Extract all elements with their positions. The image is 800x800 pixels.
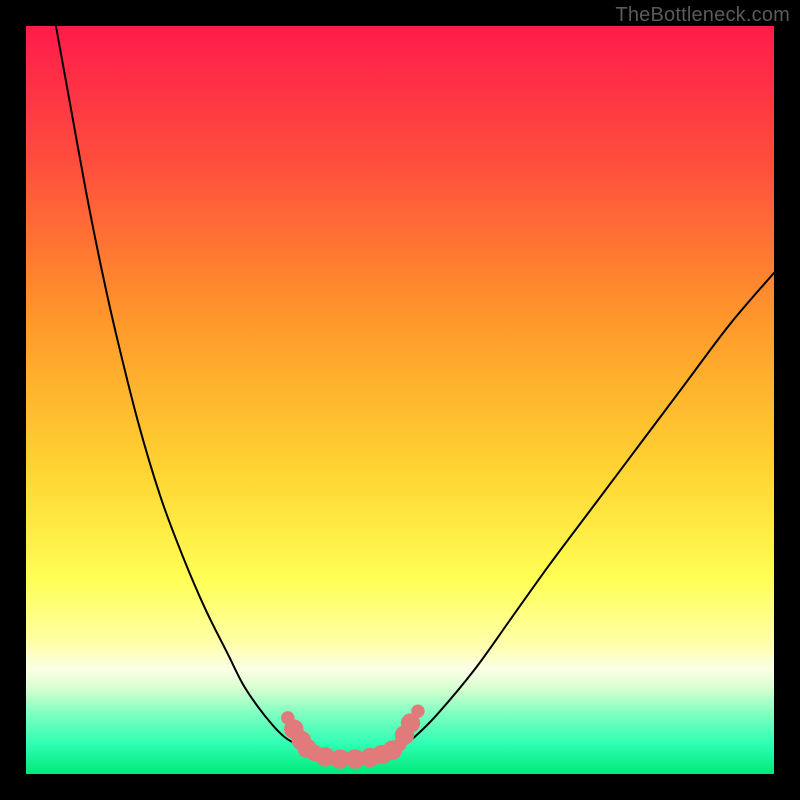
marker-dot: [411, 704, 424, 717]
chart-svg: [26, 26, 774, 774]
watermark-text: TheBottleneck.com: [615, 4, 790, 27]
gradient-background: [26, 26, 774, 774]
plot-area: [26, 26, 774, 774]
chart-frame: TheBottleneck.com: [0, 0, 800, 800]
